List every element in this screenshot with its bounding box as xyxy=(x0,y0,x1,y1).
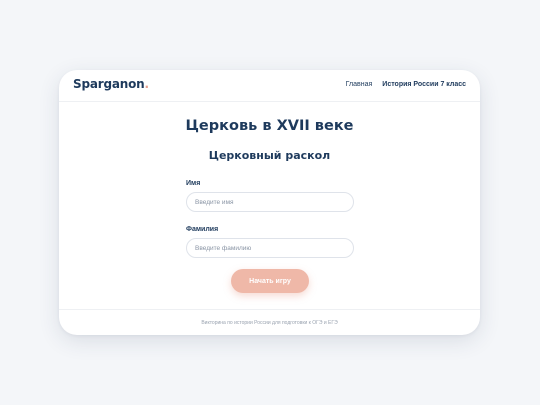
last-name-label: Фамилия xyxy=(186,226,219,233)
first-name-input[interactable] xyxy=(186,192,354,212)
page-title: Церковь в XVII веке xyxy=(185,118,354,134)
first-name-label: Имя xyxy=(186,180,201,187)
nav-link-home[interactable]: Главная xyxy=(346,81,373,88)
start-game-button[interactable]: Начать игру xyxy=(231,269,309,293)
main-card: Sparganon. Главная История России 7 клас… xyxy=(59,70,480,335)
top-nav: Главная История России 7 класс xyxy=(346,81,466,88)
last-name-input[interactable] xyxy=(186,238,354,258)
logo-dot: . xyxy=(144,77,149,91)
logo[interactable]: Sparganon. xyxy=(73,77,149,91)
footer: Викторина по истории России для подготов… xyxy=(59,309,480,335)
page-subtitle: Церковный раскол xyxy=(208,149,331,162)
logo-text: Sparganon xyxy=(73,77,145,91)
nav-link-history-7[interactable]: История России 7 класс xyxy=(382,81,466,88)
footer-text: Викторина по истории России для подготов… xyxy=(201,320,338,326)
header: Sparganon. Главная История России 7 клас… xyxy=(59,70,480,102)
